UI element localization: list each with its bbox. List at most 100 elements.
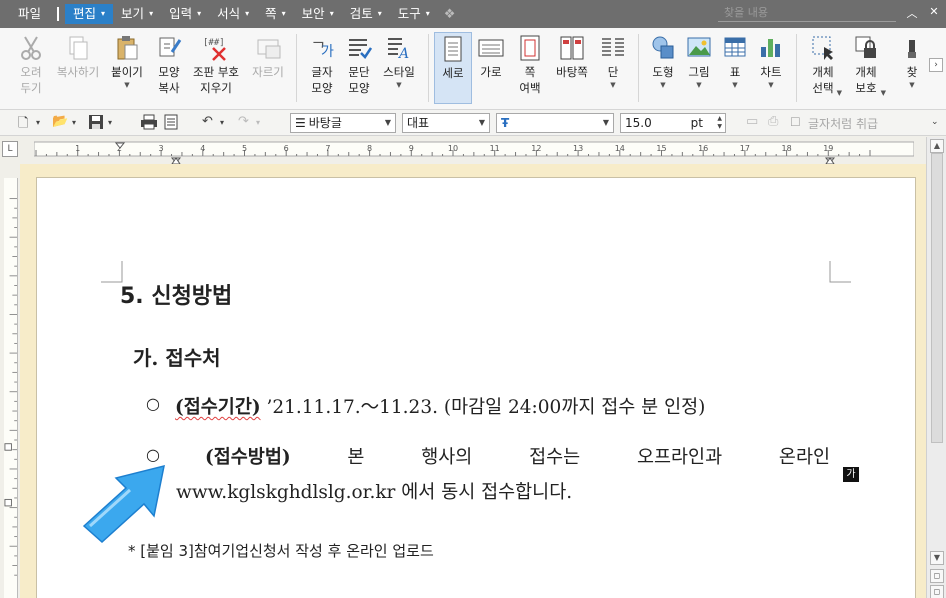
preview-icon[interactable] xyxy=(164,114,178,132)
paragraph-icon xyxy=(340,32,378,64)
chevron-down-icon: ▼ xyxy=(124,81,130,89)
redo-icon[interactable]: ↷ xyxy=(238,114,249,132)
font-select[interactable]: Ŧ ▼ xyxy=(496,113,614,133)
scroll-up-icon[interactable]: ▲ xyxy=(930,139,944,153)
language-select[interactable]: 대표 ▼ xyxy=(402,113,490,133)
chevron-up-icon[interactable]: ︿ xyxy=(904,5,920,21)
landscape-button[interactable]: 가로 xyxy=(472,32,510,104)
chevron-down-icon: ▼ xyxy=(768,81,774,89)
font-size-input[interactable]: 15.0 pt ▲ ▼ xyxy=(620,113,726,133)
horizontal-ruler[interactable]: 1 2 3 4 5 6 7 8 9 10 11 12 13 14 15 16 17 18 19 xyxy=(34,140,914,164)
copy-button[interactable]: 복사하기 xyxy=(52,32,104,104)
char-shape-icon: ᄀ가 xyxy=(303,32,341,64)
size-stepper-icon[interactable]: ▲ ▼ xyxy=(717,115,722,131)
svg-text:[##]: [##] xyxy=(203,38,225,48)
picture-button[interactable]: 그림 ▼ xyxy=(680,32,718,104)
row-marker[interactable] xyxy=(4,443,12,451)
shapes-button[interactable]: 도형 ▼ xyxy=(644,32,682,104)
find-button[interactable]: 찾 ▼ xyxy=(900,32,924,104)
undo-icon[interactable]: ↶ xyxy=(202,114,213,132)
menu-tools[interactable]: 도구 ▾ xyxy=(390,4,438,24)
picture-icon xyxy=(680,32,718,64)
menu-bar: 파일 편집 ▾ 보기 ▾ 입력 ▾ 서식 ▾ 쪽 ▾ 보안 ▾ 검토 ▾ 도구 ▾ ❖ 찾을 내… xyxy=(0,0,946,28)
toolbar-overflow-icon[interactable]: ⌄ xyxy=(931,117,939,135)
columns-button[interactable]: 단 ▼ xyxy=(594,32,632,104)
chart-icon xyxy=(752,32,790,64)
toolbox-icon[interactable]: ❖ xyxy=(444,7,456,22)
menu-format-label: 서식 xyxy=(217,6,241,21)
bullet2-word: 오프라인과 xyxy=(637,447,723,468)
lock-icon xyxy=(846,32,886,64)
scroll-down-icon[interactable]: ▼ xyxy=(930,551,944,565)
menu-format[interactable]: 서식 ▾ xyxy=(209,4,257,24)
style-button[interactable]: A 스타일 ▼ xyxy=(378,32,420,104)
find-icon xyxy=(900,32,924,64)
master-page-icon xyxy=(552,32,592,64)
char-shape-button[interactable]: ᄀ가 글자 모양 xyxy=(303,32,341,104)
clear-codes-button[interactable]: [##] 조판 부호 지우기 xyxy=(190,32,242,104)
crop-mark-top-right xyxy=(829,261,851,283)
menu-security-label: 보안 xyxy=(301,6,325,21)
close-icon[interactable]: ✕ xyxy=(926,5,942,18)
chevron-down-icon[interactable]: ▾ xyxy=(220,118,224,136)
menu-view[interactable]: 보기 ▾ xyxy=(113,4,161,24)
chevron-down-icon[interactable]: ▾ xyxy=(256,118,260,136)
page-down-icon[interactable]: ◻ xyxy=(930,585,944,598)
menu-review[interactable]: 검토 ▾ xyxy=(342,4,390,24)
object-protect-button[interactable]: 개체 보호 ▼ xyxy=(846,32,886,104)
chart-button[interactable]: 차트 ▼ xyxy=(752,32,790,104)
menu-view-label: 보기 xyxy=(121,6,145,21)
vertical-ruler[interactable] xyxy=(4,178,18,598)
format-painter-icon xyxy=(150,32,188,64)
section-heading: 5. 신청방법 xyxy=(120,284,233,309)
style-select[interactable]: ☰ 바탕글 ▼ xyxy=(290,113,396,133)
font-size-unit: pt xyxy=(690,116,703,130)
new-document-icon[interactable]: 🗋 xyxy=(18,114,28,132)
vertical-scrollbar[interactable]: ▲ ▼ ◻ ◻ xyxy=(926,137,946,598)
page-bg-button[interactable]: 바탕쪽 xyxy=(552,32,592,104)
grid-checkbox[interactable]: ☐ xyxy=(790,115,801,129)
format-copy-button[interactable]: 모양 복사 xyxy=(150,32,188,104)
menu-insert[interactable]: 입력 ▾ xyxy=(161,4,209,24)
ruler-corner-button[interactable]: L xyxy=(2,141,18,157)
portrait-label: 세로 xyxy=(442,66,464,80)
row-marker[interactable] xyxy=(4,498,12,507)
chevron-down-icon[interactable]: ▾ xyxy=(108,118,112,136)
chevron-down-icon: ▾ xyxy=(377,9,382,18)
paragraph-bullet-2-line2: www.kglskghdlslg.or.kr 에서 동시 접수합니다. xyxy=(176,482,573,503)
chevron-down-icon[interactable]: ▾ xyxy=(36,118,40,136)
save-icon[interactable] xyxy=(88,114,104,132)
columns-label: 단 xyxy=(607,65,619,79)
ruler-number: 3 xyxy=(159,144,164,153)
para-shape-label: 문단 모양 xyxy=(348,65,370,95)
crop-button[interactable]: 자르기 xyxy=(246,32,290,104)
portrait-button[interactable]: 세로 xyxy=(434,32,472,104)
ribbon-collapse-icon[interactable]: › xyxy=(929,58,943,72)
page-margin-button[interactable]: 쪽 여백 xyxy=(510,32,550,104)
menu-insert-label: 입력 xyxy=(169,6,193,21)
cut-button[interactable]: 오려 두기 xyxy=(12,32,50,104)
receipt-period-label: (접수기간) xyxy=(175,397,261,418)
paste-button[interactable]: 붙이기 ▼ xyxy=(108,32,146,104)
page-up-icon[interactable]: ◻ xyxy=(930,569,944,583)
menu-page[interactable]: 쪽 ▾ xyxy=(257,4,294,24)
print-preview-icon[interactable]: ⎙ xyxy=(768,114,778,132)
menu-file[interactable]: 파일 xyxy=(0,4,53,24)
scroll-thumb[interactable] xyxy=(931,153,943,443)
search-input[interactable]: 찾을 내용 xyxy=(718,4,896,22)
table-button[interactable]: 표 ▼ xyxy=(716,32,754,104)
border-icon[interactable]: ▭ xyxy=(746,114,758,132)
landscape-label: 가로 xyxy=(480,65,502,79)
menu-security[interactable]: 보안 ▾ xyxy=(294,4,342,24)
subsection-heading: 가. 접수처 xyxy=(133,346,221,370)
object-select-button[interactable]: 개체 선택 ▼ xyxy=(802,32,844,104)
print-icon[interactable] xyxy=(140,114,158,132)
menu-edit[interactable]: 편집 ▾ xyxy=(65,4,114,24)
footnote-text: * [붙임 3]참여기업신청서 작성 후 온라인 업로드 xyxy=(128,542,434,560)
ruler-number: 9 xyxy=(409,144,414,153)
format-copy-label: 모양 복사 xyxy=(158,65,180,95)
paste-label: 붙이기 xyxy=(111,65,143,79)
chevron-down-icon[interactable]: ▾ xyxy=(72,118,76,136)
open-folder-icon[interactable]: 📂 xyxy=(52,114,68,132)
para-shape-button[interactable]: 문단 모양 xyxy=(340,32,378,104)
